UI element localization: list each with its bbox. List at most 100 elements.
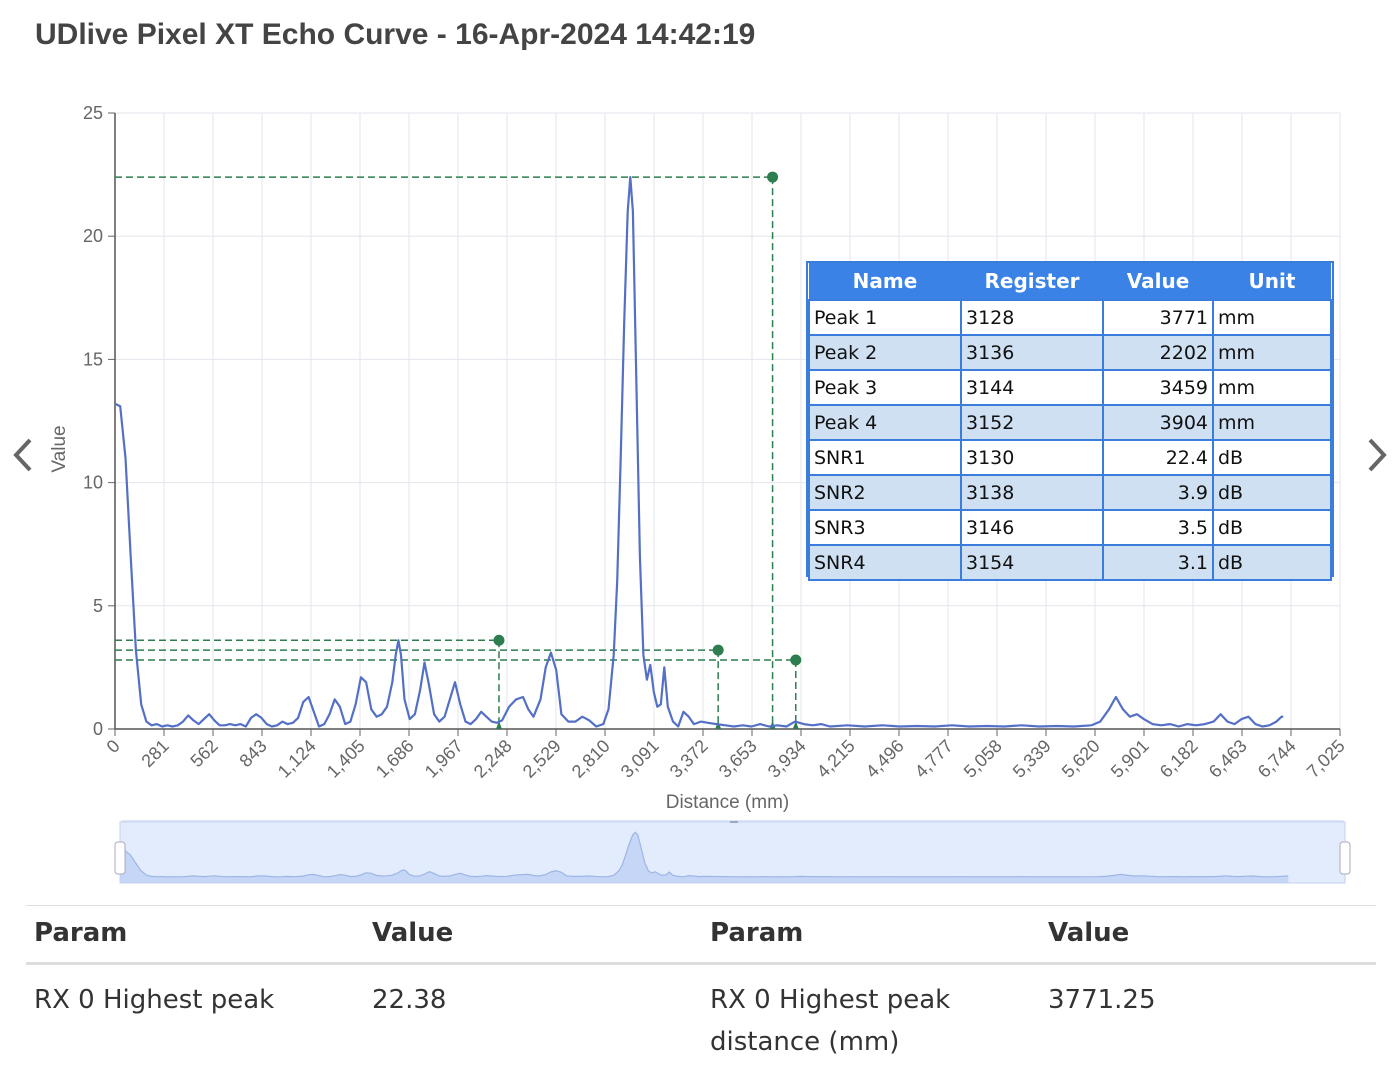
x-tick-label: 281: [137, 736, 172, 771]
y-tick-label: 10: [83, 473, 103, 493]
row-value: 3.5: [1103, 510, 1213, 545]
peak-table-row: SNR231383.9dB: [809, 475, 1331, 510]
row-register: 3146: [961, 510, 1103, 545]
x-tick-label: 3,372: [666, 736, 712, 782]
row-unit: dB: [1213, 440, 1331, 475]
row-unit: dB: [1213, 545, 1331, 580]
y-tick-label: 15: [83, 349, 103, 369]
x-tick-label: 6,463: [1205, 736, 1251, 782]
peak-table-row: SNR431543.1dB: [809, 545, 1331, 580]
x-tick-label: 0: [103, 736, 124, 757]
prev-chart-button[interactable]: [6, 430, 36, 480]
x-tick-label: 5,058: [960, 736, 1006, 782]
x-tick-label: 2,248: [470, 736, 516, 782]
row-name: Peak 2: [809, 335, 961, 370]
x-tick-label: 3,934: [764, 736, 810, 782]
row-name: Peak 3: [809, 370, 961, 405]
params-row: RX 0 Highest peak 22.38 RX 0 Highest pea…: [26, 964, 1376, 1077]
x-tick-label: 6,744: [1254, 736, 1300, 782]
row-name: SNR3: [809, 510, 961, 545]
x-tick-label: 3,653: [715, 736, 761, 782]
x-tick-label: 2,810: [568, 736, 614, 782]
row-value: 3.9: [1103, 475, 1213, 510]
peak-table-row: SNR331463.5dB: [809, 510, 1331, 545]
peak-register-table: Name Register Value Unit Peak 131283771m…: [806, 261, 1334, 577]
peak-table-row: Peak 431523904mm: [809, 405, 1331, 440]
row-register: 3128: [961, 300, 1103, 335]
row-register: 3136: [961, 335, 1103, 370]
param-value: 22.38: [364, 964, 702, 1077]
row-register: 3152: [961, 405, 1103, 440]
param-name: RX 0 Highest peak: [26, 964, 364, 1077]
row-register: 3138: [961, 475, 1103, 510]
x-tick-label: 4,777: [911, 736, 957, 782]
zoom-handle-left[interactable]: [115, 842, 125, 874]
y-tick-label: 5: [93, 596, 103, 616]
row-name: SNR1: [809, 440, 961, 475]
x-tick-label: 3,091: [617, 736, 663, 782]
x-tick-label: 4,496: [862, 736, 908, 782]
param-value: 3771.25: [1040, 964, 1376, 1077]
peak-point[interactable]: [767, 172, 778, 183]
page-title: UDlive Pixel XT Echo Curve - 16-Apr-2024…: [35, 18, 755, 52]
peak-table-row: Peak 331443459mm: [809, 370, 1331, 405]
row-unit: mm: [1213, 370, 1331, 405]
header-register: Register: [961, 263, 1103, 300]
header-name: Name: [809, 263, 961, 300]
peak-table-row: Peak 231362202mm: [809, 335, 1331, 370]
x-tick-label: 7,025: [1303, 736, 1349, 782]
row-value: 22.4: [1103, 440, 1213, 475]
header-value: Value: [1103, 263, 1213, 300]
params-table: Param Value Param Value RX 0 Highest pea…: [26, 905, 1376, 1077]
row-name: Peak 4: [809, 405, 961, 440]
params-header-param-2: Param: [702, 906, 1040, 964]
peak-point[interactable]: [493, 635, 504, 646]
x-tick-label: 5,339: [1009, 736, 1055, 782]
chevron-right-icon: [1364, 430, 1394, 480]
params-header-value-2: Value: [1040, 906, 1376, 964]
chevron-left-icon: [6, 430, 36, 480]
x-axis-label: Distance (mm): [666, 792, 790, 813]
row-unit: mm: [1213, 335, 1331, 370]
x-tick-label: 4,215: [813, 736, 859, 782]
x-tick-label: 2,529: [519, 736, 565, 782]
row-register: 3154: [961, 545, 1103, 580]
zoom-background: [120, 822, 1345, 883]
peak-table-header: Name Register Value Unit: [809, 263, 1331, 300]
x-tick-label: 562: [186, 736, 221, 771]
y-tick-label: 0: [93, 719, 103, 739]
peak-table-row: Peak 131283771mm: [809, 300, 1331, 335]
y-tick-label: 25: [83, 103, 103, 123]
row-value: 3.1: [1103, 545, 1213, 580]
header-unit: Unit: [1213, 263, 1331, 300]
row-value: 3459: [1103, 370, 1213, 405]
x-tick-label: 1,405: [323, 736, 369, 782]
params-header-value-1: Value: [364, 906, 702, 964]
params-header-row: Param Value Param Value: [26, 906, 1376, 964]
x-tick-label: 5,901: [1107, 736, 1153, 782]
x-tick-label: 1,967: [421, 736, 467, 782]
row-unit: dB: [1213, 475, 1331, 510]
row-unit: mm: [1213, 405, 1331, 440]
row-unit: mm: [1213, 300, 1331, 335]
peak-point[interactable]: [790, 655, 801, 666]
x-tick-label: 1,124: [274, 736, 320, 782]
row-register: 3130: [961, 440, 1103, 475]
row-value: 3771: [1103, 300, 1213, 335]
next-chart-button[interactable]: [1364, 430, 1394, 480]
x-tick-label: 5,620: [1058, 736, 1104, 782]
peak-table-row: SNR1313022.4dB: [809, 440, 1331, 475]
row-value: 3904: [1103, 405, 1213, 440]
x-tick-label: 843: [235, 736, 270, 771]
row-name: Peak 1: [809, 300, 961, 335]
row-value: 2202: [1103, 335, 1213, 370]
peak-point[interactable]: [713, 645, 724, 656]
row-register: 3144: [961, 370, 1103, 405]
row-name: SNR2: [809, 475, 961, 510]
zoom-handle-right[interactable]: [1340, 842, 1350, 874]
row-name: SNR4: [809, 545, 961, 580]
y-axis-label: Value: [49, 425, 70, 472]
param-name: RX 0 Highest peak distance (mm): [702, 964, 1040, 1077]
x-tick-label: 6,182: [1156, 736, 1202, 782]
y-tick-label: 20: [83, 226, 103, 246]
